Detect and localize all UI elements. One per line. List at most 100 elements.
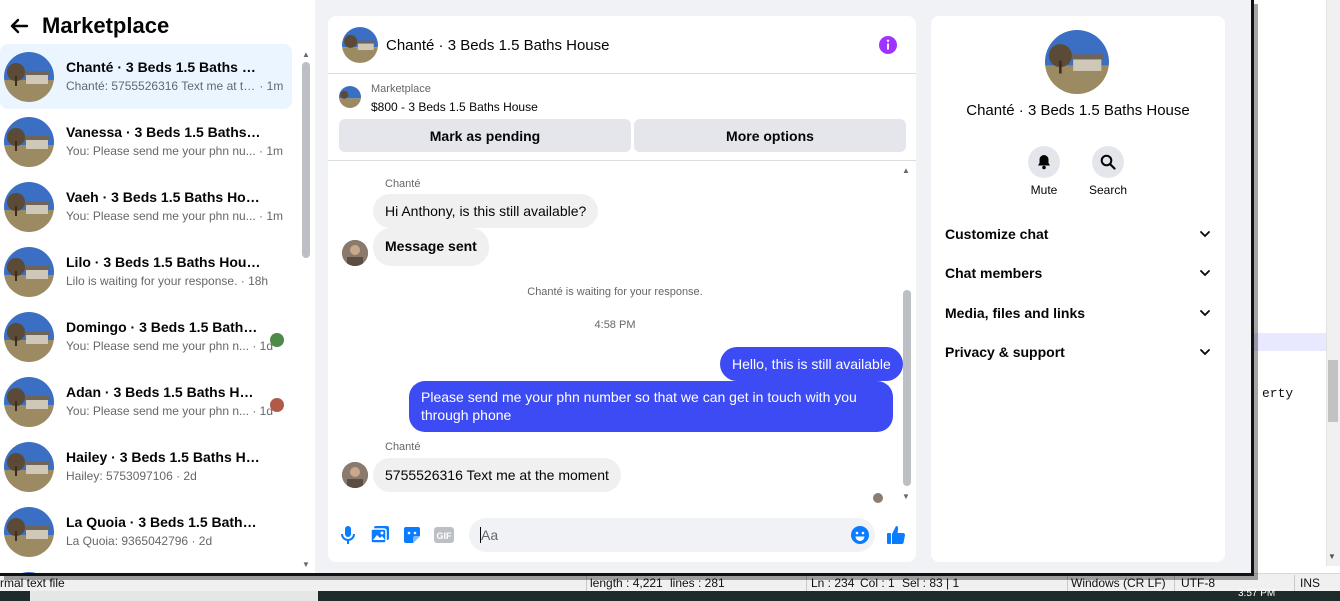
sidebar-title: Marketplace	[42, 13, 170, 38]
outgoing-message-line: Please send me your phn number so that w…	[421, 389, 857, 405]
outgoing-message[interactable]: Please send me your phn number so that w…	[409, 381, 893, 432]
editor-scroll-thumb[interactable]	[1328, 360, 1338, 422]
editor-line-highlight	[1254, 333, 1326, 351]
photo-icon[interactable]	[369, 524, 391, 546]
conversation-name: La Quoia · 3 Beds 1.5 Baths House	[66, 514, 261, 530]
outgoing-message[interactable]: Hello, this is still available	[720, 347, 903, 381]
incoming-message[interactable]: 5755526316 Text me at the moment	[373, 458, 621, 492]
editor-scrollbar[interactable]	[1326, 0, 1340, 566]
chat-members-row[interactable]: Chat members	[945, 261, 1211, 285]
status-length: length : 4,221	[590, 576, 663, 590]
status-encoding: UTF-8	[1181, 576, 1215, 590]
conversation-name: Adan · 3 Beds 1.5 Baths House	[66, 384, 261, 400]
chevron-down-icon	[1200, 270, 1210, 277]
more-options-button[interactable]: More options	[634, 119, 906, 152]
chat-panel: Chanté · 3 Beds 1.5 Baths House Marketpl…	[328, 16, 916, 562]
search-label: Search	[1088, 183, 1128, 197]
media-files-links-row[interactable]: Media, files and links	[945, 301, 1211, 325]
status-lines: lines : 281	[670, 576, 725, 590]
conversation-item[interactable]: Lilo · 3 Beds 1.5 Baths House Lilo is wa…	[0, 239, 292, 304]
conversation-item[interactable]: Chanté · 3 Beds 1.5 Baths House Chanté: …	[0, 44, 292, 109]
gif-icon[interactable]: GIF	[433, 524, 455, 546]
listing-thumbnail	[4, 247, 54, 297]
sidebar-scroll-thumb[interactable]	[302, 62, 310, 258]
scroll-up-icon[interactable]: ▲	[302, 50, 310, 59]
chat-listing-photo[interactable]	[342, 27, 378, 63]
info-icon[interactable]	[878, 35, 898, 55]
taskbar: 3:57 PM	[0, 588, 1340, 601]
conversation-snippet: Hailey: 5753097106 · 2d	[66, 469, 197, 483]
conversation-name: Lilo · 3 Beds 1.5 Baths House	[66, 254, 261, 270]
conversation-snippet: La Quoia: 9365042796 · 2d	[66, 534, 213, 548]
conversation-item-partial[interactable]	[0, 564, 292, 573]
sidebar-scrollbar[interactable]: ▲ ▼	[300, 48, 314, 573]
sidebar-header: Marketplace	[8, 10, 169, 42]
conversation-item[interactable]: Hailey · 3 Beds 1.5 Baths House Hailey: …	[0, 434, 292, 499]
scroll-down-icon[interactable]: ▼	[902, 492, 910, 501]
message-thread: Chanté Hi Anthony, is this still availab…	[328, 162, 916, 510]
sender-avatar[interactable]	[342, 240, 368, 266]
messenger-window: Marketplace Chanté · 3 Beds 1.5 Baths Ho…	[0, 0, 1254, 576]
back-arrow-icon[interactable]	[8, 15, 30, 37]
details-listing-photo[interactable]	[1045, 30, 1109, 94]
conversation-snippet: Chanté: 5755526316 Text me at th... · 1m	[66, 79, 284, 93]
message-input[interactable]	[469, 518, 875, 552]
customize-chat-row[interactable]: Customize chat	[945, 222, 1211, 246]
status-sel: Sel : 83 | 1	[902, 576, 960, 590]
thread-scrollbar[interactable]: ▲ ▼	[900, 166, 914, 504]
row-label: Privacy & support	[945, 344, 1065, 360]
text-caret	[480, 527, 481, 543]
conversation-item[interactable]: La Quoia · 3 Beds 1.5 Baths House La Quo…	[0, 499, 292, 564]
listing-price[interactable]: $800 - 3 Beds 1.5 Baths House	[371, 100, 538, 114]
incoming-message[interactable]: Message sent	[373, 228, 489, 266]
listing-thumbnail	[4, 312, 54, 362]
scroll-down-icon[interactable]: ▼	[302, 560, 310, 569]
chat-title[interactable]: Chanté · 3 Beds 1.5 Baths House	[386, 37, 609, 54]
conversation-name: Chanté · 3 Beds 1.5 Baths House	[66, 59, 261, 75]
search-button[interactable]: Search	[1078, 146, 1138, 197]
listing-thumbnail	[4, 572, 54, 573]
sender-name: Chanté	[385, 441, 421, 453]
status-eol: Windows (CR LF)	[1071, 576, 1166, 590]
chat-details-panel: Chanté · 3 Beds 1.5 Baths House Mute Sea…	[931, 16, 1225, 562]
mark-as-pending-button[interactable]: Mark as pending	[339, 119, 631, 152]
conversation-item[interactable]: Vanessa · 3 Beds 1.5 Baths House You: Pl…	[0, 109, 292, 174]
sender-avatar[interactable]	[342, 462, 368, 488]
seen-avatar	[270, 333, 284, 347]
listing-thumbnail	[4, 377, 54, 427]
seen-avatar	[270, 398, 284, 412]
conversation-name: Vaeh · 3 Beds 1.5 Baths House	[66, 189, 261, 205]
listing-thumbnail	[339, 86, 361, 108]
conversation-snippet: You: Please send me your phn n... · 1d	[66, 404, 274, 418]
row-label: Chat members	[945, 265, 1043, 281]
scroll-up-icon[interactable]: ▲	[902, 166, 910, 175]
incoming-message[interactable]: Hi Anthony, is this still available?	[373, 194, 599, 228]
status-ins: INS	[1300, 576, 1321, 590]
mute-button[interactable]: Mute	[1014, 146, 1074, 197]
conversation-sidebar: Marketplace Chanté · 3 Beds 1.5 Baths Ho…	[0, 0, 315, 573]
conversation-item[interactable]: Domingo · 3 Beds 1.5 Baths H... You: Ple…	[0, 304, 292, 369]
status-col: Col : 1	[860, 576, 895, 590]
conversation-name: Hailey · 3 Beds 1.5 Baths House	[66, 449, 261, 465]
conversation-snippet: You: Please send me your phn n... · 1d	[66, 339, 274, 353]
conversation-item[interactable]: Adan · 3 Beds 1.5 Baths House You: Pleas…	[0, 369, 292, 434]
emoji-icon[interactable]	[849, 524, 871, 546]
microphone-icon[interactable]	[337, 524, 359, 546]
message-timestamp: 4:58 PM	[594, 319, 636, 331]
screen: erty ▼ rmal text file length : 4,221 lin…	[0, 0, 1340, 601]
row-label: Customize chat	[945, 226, 1049, 242]
chat-header: Chanté · 3 Beds 1.5 Baths House	[328, 16, 916, 74]
privacy-support-row[interactable]: Privacy & support	[945, 340, 1211, 364]
outgoing-message-line: through phone	[421, 407, 512, 423]
sticker-icon[interactable]	[401, 524, 423, 546]
chevron-down-icon	[1200, 349, 1210, 356]
details-title: Chanté · 3 Beds 1.5 Baths House	[966, 102, 1190, 119]
conversation-snippet: Lilo is waiting for your response. · 18h	[66, 274, 269, 288]
thread-scroll-thumb[interactable]	[903, 290, 911, 486]
listing-source: Marketplace	[371, 83, 431, 95]
row-label: Media, files and links	[945, 305, 1086, 321]
conversation-item[interactable]: Vaeh · 3 Beds 1.5 Baths House You: Pleas…	[0, 174, 292, 239]
svg-text:GIF: GIF	[437, 531, 453, 541]
thumbs-up-icon[interactable]	[885, 524, 907, 546]
editor-scroll-down-icon[interactable]: ▼	[1328, 552, 1336, 561]
